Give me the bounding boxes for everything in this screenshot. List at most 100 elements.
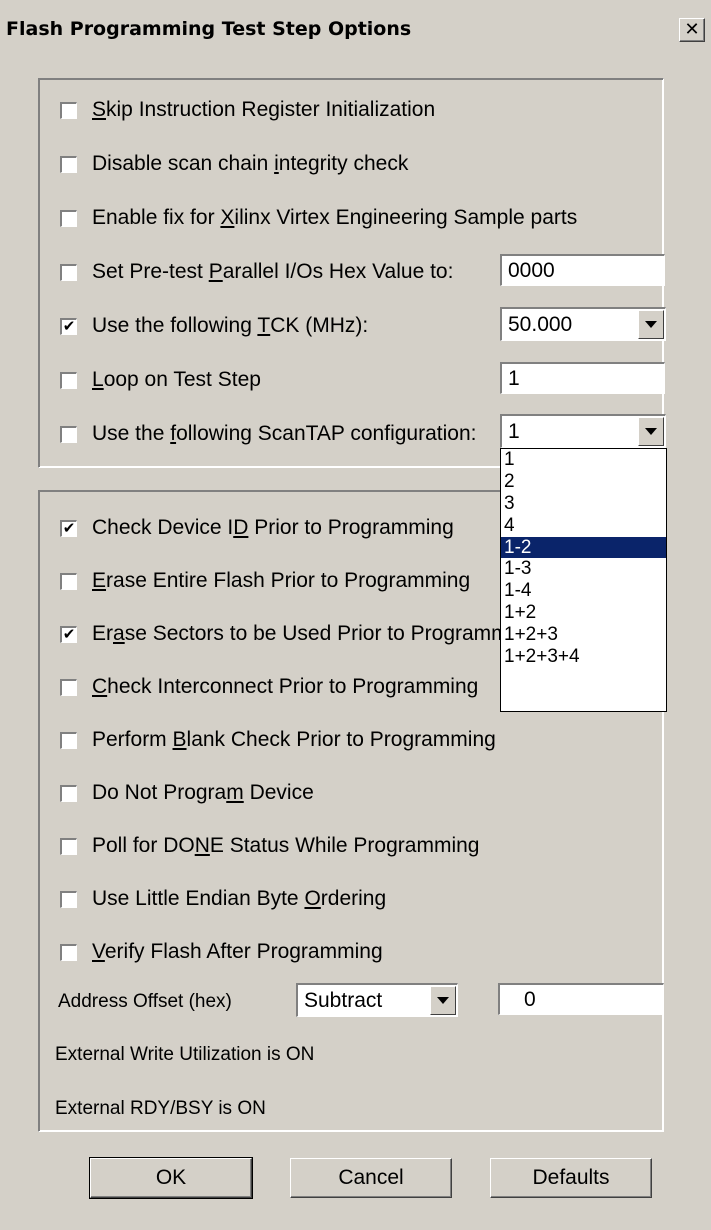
little-endian-label: Use Little Endian Byte Ordering <box>92 887 387 910</box>
title-bar: Flash Programming Test Step Options ✕ <box>0 0 711 56</box>
disable-scan-check-checkbox[interactable] <box>59 154 78 174</box>
check-device-id-checkbox[interactable]: ✔ <box>59 518 78 538</box>
check-interconnect-label: Check Interconnect Prior to Programming <box>92 675 479 698</box>
blank-check-label: Perform Blank Check Prior to Programming <box>92 728 496 751</box>
tck-checkbox[interactable]: ✔ <box>59 316 78 336</box>
poll-done-label: Poll for DONE Status While Programming <box>92 834 480 857</box>
external-rdy-status: External RDY/BSY is ON <box>55 1098 266 1119</box>
pretest-io-label: Set Pre-test Parallel I/Os Hex Value to: <box>92 260 454 283</box>
little-endian-checkbox[interactable] <box>59 889 78 909</box>
tck-frequency-value: 50.000 <box>508 312 573 336</box>
scantap-option-item[interactable]: 1-3 <box>501 558 666 580</box>
skip-ir-label: Skip Instruction Register Initialization <box>92 98 436 121</box>
erase-sectors-checkbox[interactable]: ✔ <box>59 624 78 644</box>
address-offset-dropdown-button[interactable] <box>430 986 456 1015</box>
verify-flash-label: Verify Flash After Programming <box>92 940 383 963</box>
mnemonic-key: f <box>170 422 177 445</box>
scantap-label: Use the following ScanTAP configuration: <box>92 422 477 445</box>
mnemonic-key: P <box>208 260 223 283</box>
scantap-checkbox[interactable] <box>59 424 78 444</box>
scantap-option-item[interactable]: 1+2+3 <box>501 624 666 646</box>
do-not-program-option[interactable]: Do Not Program Device <box>59 779 314 807</box>
erase-sectors-option[interactable]: ✔ Erase Sectors to be Used Prior to Prog… <box>59 620 509 648</box>
scantap-option-item[interactable]: 1 <box>501 449 666 471</box>
loop-checkbox[interactable] <box>59 370 78 390</box>
chevron-down-icon <box>645 321 657 328</box>
pretest-io-checkbox[interactable] <box>59 262 78 282</box>
mnemonic-key: i <box>274 152 279 175</box>
external-write-status: External Write Utilization is ON <box>55 1044 315 1065</box>
little-endian-option[interactable]: Use Little Endian Byte Ordering <box>59 885 387 913</box>
scantap-option-item[interactable]: 1-2 <box>501 536 666 559</box>
chevron-down-icon <box>645 428 657 435</box>
address-offset-input[interactable]: 0 <box>498 983 664 1015</box>
blank-check-option[interactable]: Perform Blank Check Prior to Programming <box>59 726 496 754</box>
pretest-io-option[interactable]: Set Pre-test Parallel I/Os Hex Value to: <box>59 258 454 286</box>
window-title: Flash Programming Test Step Options <box>6 18 412 40</box>
disable-scan-check-label: Disable scan chain integrity check <box>92 152 409 175</box>
poll-done-checkbox[interactable] <box>59 836 78 856</box>
scantap-config-value: 1 <box>508 419 520 443</box>
mnemonic-key: m <box>226 781 244 804</box>
scantap-option-item[interactable]: 1-4 <box>501 580 666 602</box>
erase-entire-option[interactable]: Erase Entire Flash Prior to Programming <box>59 567 471 595</box>
pretest-io-hex-input[interactable]: 0000 <box>500 254 665 286</box>
mnemonic-key: S <box>92 98 107 121</box>
scantap-option[interactable]: Use the following ScanTAP configuration: <box>59 420 477 448</box>
check-interconnect-checkbox[interactable] <box>59 677 78 697</box>
mnemonic-key: O <box>304 887 321 910</box>
poll-done-option[interactable]: Poll for DONE Status While Programming <box>59 832 480 860</box>
mnemonic-key: D <box>233 516 249 539</box>
tck-label: Use the following TCK (MHz): <box>92 314 369 337</box>
loop-count-input[interactable]: 1 <box>500 362 665 394</box>
mnemonic-key: X <box>220 206 235 229</box>
mnemonic-key: C <box>92 675 108 698</box>
chevron-down-icon <box>437 997 449 1004</box>
erase-sectors-label: Erase Sectors to be Used Prior to Progra… <box>92 622 509 645</box>
ok-button[interactable]: OK <box>89 1157 253 1199</box>
do-not-program-label: Do Not Program Device <box>92 781 314 804</box>
mnemonic-key: V <box>92 940 105 963</box>
close-icon: ✕ <box>684 19 700 40</box>
tck-option[interactable]: ✔ Use the following TCK (MHz): <box>59 312 369 340</box>
scantap-option-item[interactable]: 4 <box>501 515 666 537</box>
address-offset-mode-select[interactable]: Subtract <box>296 983 458 1017</box>
mnemonic-key: E <box>92 569 107 592</box>
verify-flash-option[interactable]: Verify Flash After Programming <box>59 938 383 966</box>
loop-option[interactable]: Loop on Test Step <box>59 366 261 394</box>
mnemonic-key: N <box>194 834 210 857</box>
close-button[interactable]: ✕ <box>679 18 705 42</box>
check-interconnect-option[interactable]: Check Interconnect Prior to Programming <box>59 673 479 701</box>
xilinx-fix-checkbox[interactable] <box>59 208 78 228</box>
scantap-dropdown-button[interactable] <box>638 417 664 446</box>
disable-scan-check-option[interactable]: Disable scan chain integrity check <box>59 150 409 178</box>
mnemonic-key: T <box>257 314 271 337</box>
mnemonic-key: B <box>172 728 187 751</box>
tck-dropdown-button[interactable] <box>638 310 664 339</box>
address-offset-mode-value: Subtract <box>304 988 383 1012</box>
scantap-config-select[interactable]: 1 <box>500 414 666 448</box>
do-not-program-checkbox[interactable] <box>59 783 78 803</box>
mnemonic-key: a <box>113 622 125 645</box>
scantap-dropdown-list[interactable]: 1 2 3 4 1-2 1-3 1-4 1+2 1+2+3 1+2+3+4 <box>500 448 667 712</box>
check-device-id-option[interactable]: ✔ Check Device ID Prior to Programming <box>59 514 454 542</box>
mnemonic-key: L <box>92 368 104 391</box>
address-offset-label: Address Offset (hex) <box>58 991 232 1012</box>
check-device-id-label: Check Device ID Prior to Programming <box>92 516 454 539</box>
blank-check-checkbox[interactable] <box>59 730 78 750</box>
loop-label: Loop on Test Step <box>92 368 261 391</box>
erase-entire-label: Erase Entire Flash Prior to Programming <box>92 569 471 592</box>
tck-frequency-select[interactable]: 50.000 <box>500 307 666 341</box>
erase-entire-checkbox[interactable] <box>59 571 78 591</box>
xilinx-fix-option[interactable]: Enable fix for Xilinx Virtex Engineering… <box>59 204 578 232</box>
xilinx-fix-label: Enable fix for Xilinx Virtex Engineering… <box>92 206 578 229</box>
scantap-option-item[interactable]: 1+2 <box>501 602 666 624</box>
scantap-option-item[interactable]: 1+2+3+4 <box>501 646 666 668</box>
defaults-button[interactable]: Defaults <box>490 1158 652 1198</box>
scantap-option-item[interactable]: 2 <box>501 471 666 493</box>
scantap-option-item[interactable]: 3 <box>501 493 666 515</box>
verify-flash-checkbox[interactable] <box>59 942 78 962</box>
skip-ir-checkbox[interactable] <box>59 100 78 120</box>
skip-ir-option[interactable]: Skip Instruction Register Initialization <box>59 96 436 124</box>
cancel-button[interactable]: Cancel <box>290 1158 452 1198</box>
